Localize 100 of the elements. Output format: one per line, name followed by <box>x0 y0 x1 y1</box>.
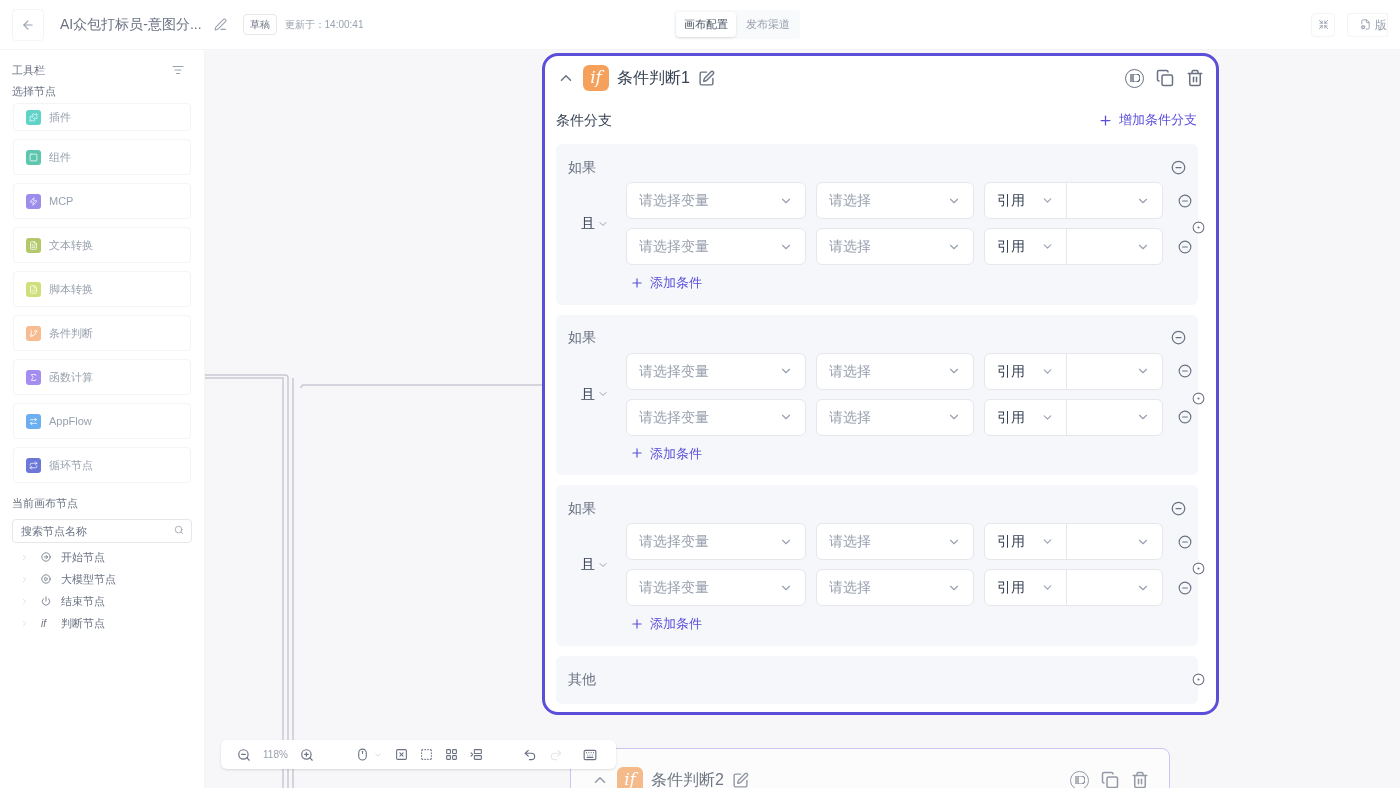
branch-label: 如果 <box>567 157 596 177</box>
node-type-item[interactable]: 插件 <box>13 103 191 131</box>
fit-view-icon[interactable] <box>394 748 408 761</box>
plus-icon <box>630 616 644 631</box>
remove-condition-icon[interactable] <box>1178 410 1192 424</box>
version-button[interactable]: 版 <box>1347 12 1388 37</box>
operator-select[interactable]: 请选择 <box>816 182 974 219</box>
mouse-mode-icon[interactable] <box>355 748 369 761</box>
remove-condition-icon[interactable] <box>1178 239 1192 254</box>
node-logo: if <box>617 767 643 788</box>
port-icon[interactable] <box>1192 562 1205 575</box>
operator-select[interactable]: 请选择 <box>816 228 974 265</box>
node-type-label: AppFlow <box>49 413 92 429</box>
delete-icon[interactable] <box>1131 771 1149 788</box>
variable-select[interactable]: 请选择变量 <box>626 398 806 436</box>
node-type-item[interactable]: 组件 <box>13 139 191 175</box>
operator-select[interactable]: 请选择 <box>816 352 974 390</box>
tree-node-icon: if <box>41 615 46 631</box>
keyboard-icon[interactable] <box>582 747 597 762</box>
connector-icon[interactable] <box>469 748 483 761</box>
zoom-level: 118% <box>263 748 288 762</box>
operator-select[interactable]: 请选择 <box>816 569 974 606</box>
zoom-in-icon[interactable] <box>299 747 314 762</box>
else-label: 其他 <box>568 670 596 689</box>
file-icon <box>1360 19 1371 30</box>
updated-time: 更新于：14:00:41 <box>284 18 364 32</box>
toolbar-title: 工具栏 <box>12 63 45 78</box>
variable-select[interactable]: 请选择变量 <box>626 523 806 560</box>
remove-condition-icon[interactable] <box>1178 580 1192 595</box>
remove-branch-icon[interactable] <box>1171 330 1186 345</box>
node-type-item[interactable]: 条件判断 <box>13 315 191 351</box>
section-label: 当前画布节点 <box>12 496 79 511</box>
node-type-item[interactable]: 函数计算 <box>13 359 191 395</box>
section-label: 选择节点 <box>12 83 57 99</box>
tree-node-icon <box>41 552 51 562</box>
port-icon[interactable] <box>1192 672 1205 686</box>
section-title: 条件分支 <box>556 110 612 130</box>
canvas-tab[interactable]: 发布渠道 <box>738 12 799 37</box>
operator-select[interactable]: 请选择 <box>816 398 974 436</box>
node-type-label: 插件 <box>49 109 71 125</box>
canvas-tab[interactable]: 画布配置 <box>676 12 737 37</box>
node-type-item[interactable]: 脚本转换 <box>13 271 191 307</box>
node-type-item[interactable]: 文本转换 <box>13 227 191 263</box>
remove-condition-icon[interactable] <box>1178 534 1192 549</box>
variable-select[interactable]: 请选择变量 <box>626 569 806 606</box>
variable-select[interactable]: 请选择变量 <box>626 182 806 219</box>
node-type-item[interactable]: 循环节点 <box>13 447 191 483</box>
edit-icon[interactable] <box>213 18 227 31</box>
workflow-title: AI众包打标员-意图分... <box>60 15 202 34</box>
node-type-label: 条件判断 <box>49 325 93 341</box>
tree-item[interactable]: 结束节点 <box>61 592 105 610</box>
copy-icon[interactable] <box>1156 69 1174 87</box>
shrink-icon <box>1317 19 1329 30</box>
undo-icon[interactable] <box>522 747 537 762</box>
tree-item[interactable]: 大模型节点 <box>61 570 116 588</box>
operator-select[interactable]: 请选择 <box>816 523 974 560</box>
back-icon <box>21 17 35 32</box>
condition-node[interactable]: if 条件判断2 <box>570 748 1170 788</box>
plus-icon <box>1098 112 1113 128</box>
logic-selector[interactable]: 且 <box>564 554 626 575</box>
zoom-out-icon[interactable] <box>237 747 251 762</box>
node-type-label: MCP <box>49 193 74 209</box>
node-type-label: 组件 <box>49 149 71 165</box>
node-logo: if <box>583 65 609 91</box>
add-condition-button[interactable]: 添加条件 <box>630 273 702 293</box>
tree-item[interactable]: 开始节点 <box>61 548 105 566</box>
tree-item[interactable]: 判断节点 <box>61 614 105 632</box>
plus-icon <box>630 446 644 461</box>
port-icon[interactable] <box>1192 221 1205 234</box>
node-type-item[interactable]: MCP <box>13 183 191 219</box>
node-title: 条件判断2 <box>651 770 724 788</box>
layout-icon[interactable] <box>444 748 458 761</box>
variable-select[interactable]: 请选择变量 <box>626 352 806 390</box>
remove-condition-icon[interactable] <box>1178 193 1192 208</box>
plus-icon <box>630 275 644 290</box>
add-branch-button[interactable]: 增加条件分支 <box>1098 110 1197 130</box>
copy-icon[interactable] <box>1101 771 1119 788</box>
logic-selector[interactable]: 且 <box>564 213 626 234</box>
selection-icon[interactable] <box>419 748 433 761</box>
add-condition-button[interactable]: 添加条件 <box>630 614 702 634</box>
tree-node-icon <box>41 574 51 584</box>
remove-branch-icon[interactable] <box>1171 500 1186 516</box>
branch-label: 如果 <box>567 498 596 518</box>
node-type-label: 循环节点 <box>49 457 93 473</box>
logic-selector[interactable]: 且 <box>564 383 626 405</box>
menu-icon[interactable] <box>172 64 184 77</box>
delete-icon[interactable] <box>1186 69 1204 87</box>
edit-icon[interactable] <box>697 69 715 87</box>
node-type-label: 脚本转换 <box>49 281 93 297</box>
variable-select[interactable]: 请选择变量 <box>626 228 806 265</box>
add-condition-button[interactable]: 添加条件 <box>630 443 702 463</box>
port-icon[interactable] <box>1192 391 1205 405</box>
node-title: 条件判断1 <box>617 68 690 88</box>
remove-condition-icon[interactable] <box>1178 364 1192 378</box>
edit-icon[interactable] <box>731 771 749 788</box>
node-type-label: 文本转换 <box>49 237 93 253</box>
status-badge: 草稿 <box>242 14 277 35</box>
remove-branch-icon[interactable] <box>1171 159 1186 175</box>
search-field[interactable]: 搜索节点名称 <box>12 518 192 543</box>
node-type-item[interactable]: AppFlow <box>13 403 191 439</box>
